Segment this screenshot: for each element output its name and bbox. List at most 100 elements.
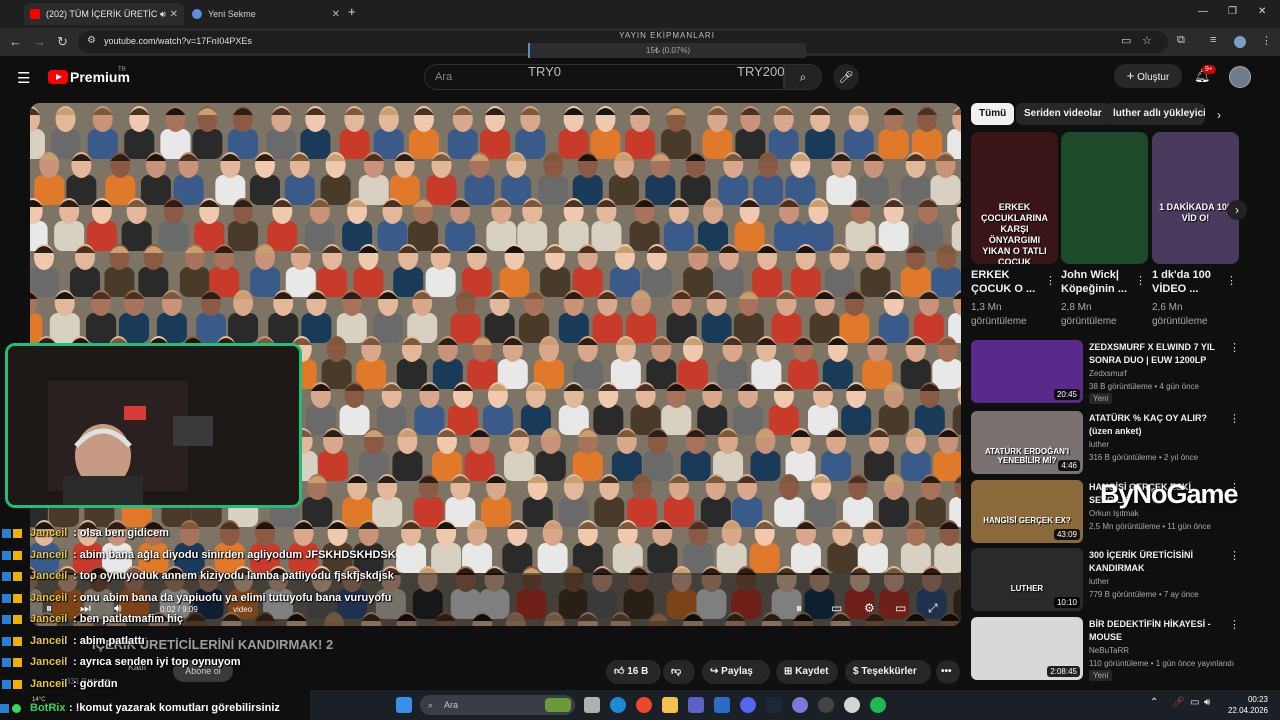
profile-icon[interactable] [1234,36,1246,48]
create-button[interactable]: + Oluştur [1114,64,1182,88]
app-icon[interactable] [792,697,808,713]
maximize-button[interactable]: ❐ [1228,6,1237,17]
related-thumbnail[interactable]: LUTHER 10:10 [971,548,1083,611]
microphone-icon[interactable]: 🎤︎ [833,64,859,90]
more-options-icon[interactable]: ⋮ [1135,274,1146,287]
cast-icon[interactable]: ▭ [1121,34,1131,47]
reload-icon[interactable]: ↻ [57,34,68,50]
related-thumbnail[interactable]: 2:08:45 [971,617,1083,680]
minimize-button[interactable]: — [1198,6,1208,17]
related-channel[interactable]: Orkun Işıtmak [1089,509,1139,518]
subtitles-icon[interactable]: ▭ [831,601,842,615]
more-options-icon[interactable]: ⋮ [1226,274,1237,287]
more-options-icon[interactable]: ⋮ [1045,274,1056,287]
search-box[interactable]: Ara [424,64,784,90]
chapter-label[interactable]: video [233,605,252,614]
share-button[interactable]: ↪ Paylaş [702,660,770,684]
speaker-icon[interactable]: 🔊︎ [160,9,166,20]
related-title[interactable]: ZEDXSMURF X ELWIND 7 YIL SONRA DUO | EUW… [1089,341,1229,367]
related-thumbnail[interactable]: HANGİSİ GERÇEK EX? 43:09 [971,480,1083,543]
related-channel[interactable]: luther [1089,440,1109,449]
search-icon: ⌕ [428,700,434,710]
clock-date: 22.04.2026 [1227,706,1268,715]
new-tab-button[interactable]: + [348,4,356,19]
like-button[interactable]: 👍︎ 16 B [606,660,661,684]
save-label: Kaydet [795,666,829,677]
subscriber-badge-icon [2,615,11,624]
autoplay-toggle-icon[interactable]: ⏸ [796,601,802,616]
task-view-icon[interactable] [584,697,600,713]
tray-mic-icon[interactable]: 🎤︎ [1172,697,1185,708]
back-icon[interactable]: ← [9,34,22,49]
chrome-icon[interactable] [636,697,652,713]
edge-icon[interactable] [610,697,626,713]
avatar[interactable] [1229,66,1251,88]
thumbs-up-icon: 👍︎ [614,666,625,677]
tab-close-icon[interactable]: ✕ [332,9,340,20]
settings-gear-icon[interactable]: ⚙ [864,601,875,615]
search-input[interactable]: Ara [435,71,452,83]
subscriber-badge-icon [2,658,11,667]
thanks-button[interactable]: $ Teşekkürler [845,660,931,684]
more-actions-button[interactable]: ••• [936,660,960,684]
chip-uploader[interactable]: luther adlı yükleyiciden [1105,103,1205,125]
tab-new-tab[interactable]: Yeni Sekme ✕ [186,3,346,25]
theater-mode-icon[interactable]: ▭ [895,601,906,615]
menu-kebab-icon[interactable]: ⋮ [1261,34,1272,47]
url-text[interactable]: youtube.com/watch?v=17FnI04PXEs [104,36,252,46]
short-title[interactable]: 1 dk'da 100 VİDEO ... [1152,268,1222,296]
taskbar-search[interactable]: ⌕ Ara [420,695,575,715]
chip-series[interactable]: Seriden videolar [1016,103,1110,125]
windows-start-icon[interactable] [396,697,412,713]
related-channel[interactable]: NeBuTaRR [1089,646,1129,655]
short-thumbnail[interactable] [1061,132,1148,264]
short-thumbnail[interactable]: ERKEK ÇOCUKLARINA KARŞI ÖNYARGIMI YIKAN … [971,132,1058,264]
more-options-icon[interactable]: ⋮ [1229,412,1240,425]
crown-badge-icon [13,550,22,560]
short-views: 2,6 Mn görüntüleme [1152,302,1208,327]
more-options-icon[interactable]: ⋮ [1229,549,1240,562]
bookmark-star-icon[interactable]: ☆ [1142,34,1152,47]
app-icon-2[interactable] [844,697,860,713]
chip-all[interactable]: Tümü [971,103,1015,125]
tab-close-icon[interactable]: ✕ [170,9,178,20]
related-channel[interactable]: luther [1089,577,1109,586]
short-title[interactable]: John Wick| Köpeğinin ... [1061,268,1131,296]
mail-icon[interactable] [714,697,730,713]
close-window-button[interactable]: ✕ [1258,6,1266,17]
video-duration: 4:46 [1058,460,1080,471]
steam-icon[interactable] [766,697,782,713]
file-explorer-icon[interactable] [662,697,678,713]
related-channel[interactable]: Zedxsmurf [1089,369,1127,378]
tray-chevron-icon[interactable]: ⌃ [1150,697,1158,708]
shorts-next-arrow-icon[interactable]: › [1227,200,1247,220]
save-button[interactable]: ⊞ Kaydet [776,660,838,684]
tray-network-icon[interactable]: ▭ [1190,697,1199,708]
short-title[interactable]: ERKEK ÇOCUK O ... [971,268,1041,296]
reading-list-icon[interactable]: ≡ [1210,34,1216,46]
obs-icon[interactable] [818,697,834,713]
tab-youtube[interactable]: (202) TÜM İÇERİK ÜRETİCİLE 🔊︎ ✕ [24,3,184,25]
chevron-right-icon[interactable]: › [1217,108,1221,122]
teams-icon[interactable] [688,697,704,713]
dislike-button[interactable]: 👎︎ [663,660,695,684]
tray-volume-icon[interactable]: 🔊︎ [1204,697,1210,708]
search-icon[interactable]: ⌕ [784,64,822,90]
related-thumbnail[interactable]: ATATÜRK ERDOĞAN'I YENEBİLİR Mİ? 4:46 [971,411,1083,474]
extensions-icon[interactable]: ⧉ [1177,34,1185,47]
more-options-icon[interactable]: ⋮ [1229,341,1240,354]
related-title[interactable]: 300 İÇERİK ÜRETİCİSİNİ KANDIRMAK [1089,549,1229,575]
youtube-logo-icon[interactable] [48,70,68,84]
short-thumbnail[interactable]: 1 DAKİKADA 100 VİD O! [1152,132,1239,264]
related-title[interactable]: BİR DEDEKTİFİN HİKAYESİ - MOUSE [1089,618,1229,644]
more-options-icon[interactable]: ⋮ [1229,618,1240,631]
related-title[interactable]: ATATÜRK % KAÇ OY ALIR? (üzen anket) [1089,412,1229,438]
related-thumbnail[interactable]: 20:45 [971,340,1083,403]
discord-icon[interactable] [740,697,756,713]
forward-icon[interactable]: → [33,34,46,49]
hamburger-menu-icon[interactable]: ☰ [17,69,30,87]
fullscreen-icon[interactable]: ⤢ [928,601,938,616]
taskbar-clock[interactable]: 00:23 22.04.2026 [1218,694,1268,716]
site-info-icon[interactable]: ⚙ [87,35,96,46]
spotify-icon[interactable] [870,697,886,713]
